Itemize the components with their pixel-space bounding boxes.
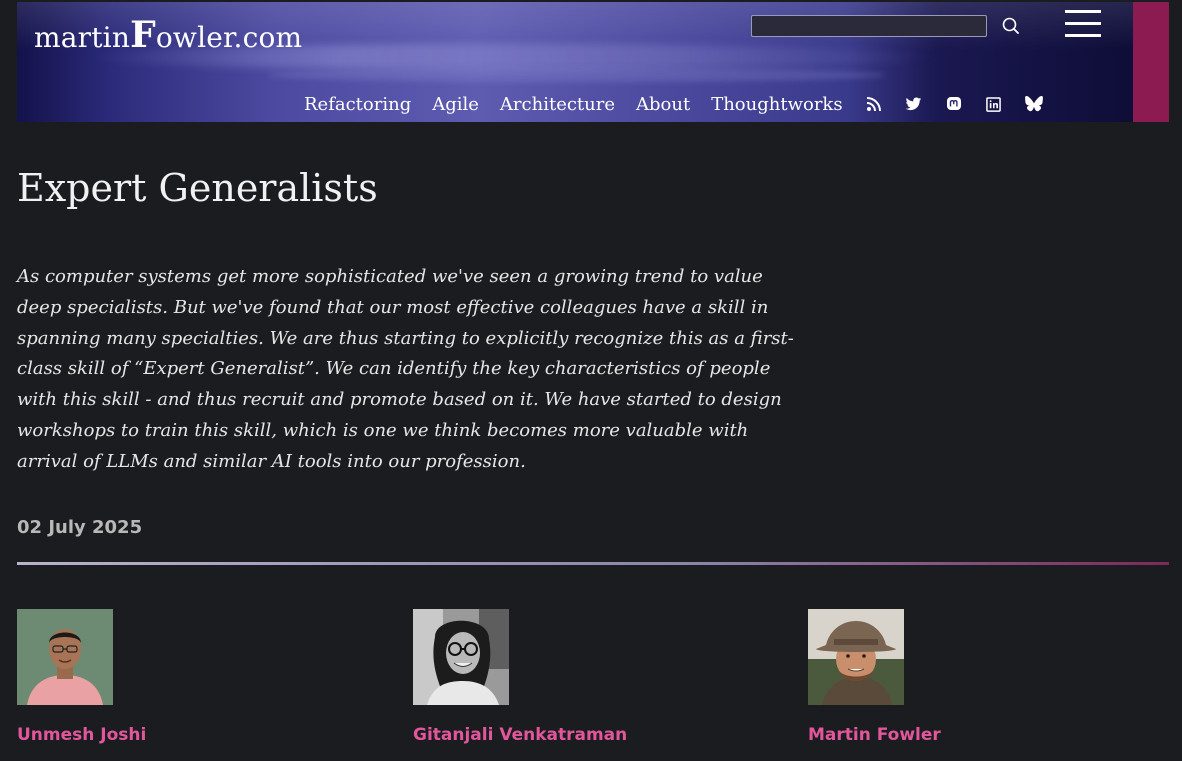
section-divider bbox=[17, 562, 1169, 565]
author-name-link[interactable]: Gitanjali Venkatraman bbox=[413, 725, 627, 745]
logo-initial: F bbox=[130, 14, 156, 56]
logo-prefix: martin bbox=[34, 21, 131, 54]
nav-about[interactable]: About bbox=[636, 94, 690, 115]
author-photo-gitanjali-venkatraman[interactable] bbox=[413, 609, 509, 705]
page: martinFowler.com Refactoring Agile Archi… bbox=[0, 0, 1182, 761]
search-input[interactable] bbox=[751, 15, 987, 37]
search-icon[interactable] bbox=[1001, 16, 1021, 36]
nav-architecture[interactable]: Architecture bbox=[500, 94, 615, 115]
bluesky-icon[interactable] bbox=[1024, 94, 1044, 114]
author-photo-unmesh-joshi[interactable] bbox=[17, 609, 113, 705]
publication-date: 02 July 2025 bbox=[17, 517, 143, 538]
site-header: martinFowler.com Refactoring Agile Archi… bbox=[17, 2, 1169, 122]
banner-accent-bar bbox=[1133, 2, 1169, 122]
nav-agile[interactable]: Agile bbox=[432, 94, 479, 115]
author-card: Unmesh Joshi bbox=[17, 609, 377, 745]
nav-thoughtworks[interactable]: Thoughtworks bbox=[711, 94, 842, 115]
author-name-link[interactable]: Unmesh Joshi bbox=[17, 725, 146, 745]
site-logo[interactable]: martinFowler.com bbox=[34, 14, 302, 56]
linkedin-icon[interactable] bbox=[984, 94, 1004, 114]
author-photo-martin-fowler[interactable] bbox=[808, 609, 904, 705]
main-nav: Refactoring Agile Architecture About Tho… bbox=[304, 92, 1064, 116]
page-title: Expert Generalists bbox=[17, 166, 378, 210]
twitter-icon[interactable] bbox=[904, 94, 924, 114]
author-name-link[interactable]: Martin Fowler bbox=[808, 725, 941, 745]
nav-refactoring[interactable]: Refactoring bbox=[304, 94, 411, 115]
author-card: Martin Fowler bbox=[808, 609, 1168, 745]
author-card: Gitanjali Venkatraman bbox=[413, 609, 773, 745]
hamburger-menu-icon[interactable] bbox=[1065, 10, 1101, 40]
banner-cloud-streak bbox=[267, 68, 887, 82]
article-abstract: As computer systems get more sophisticat… bbox=[17, 266, 794, 472]
mastodon-icon[interactable] bbox=[944, 94, 964, 114]
rss-icon[interactable] bbox=[864, 94, 884, 114]
logo-suffix: owler.com bbox=[155, 21, 303, 54]
